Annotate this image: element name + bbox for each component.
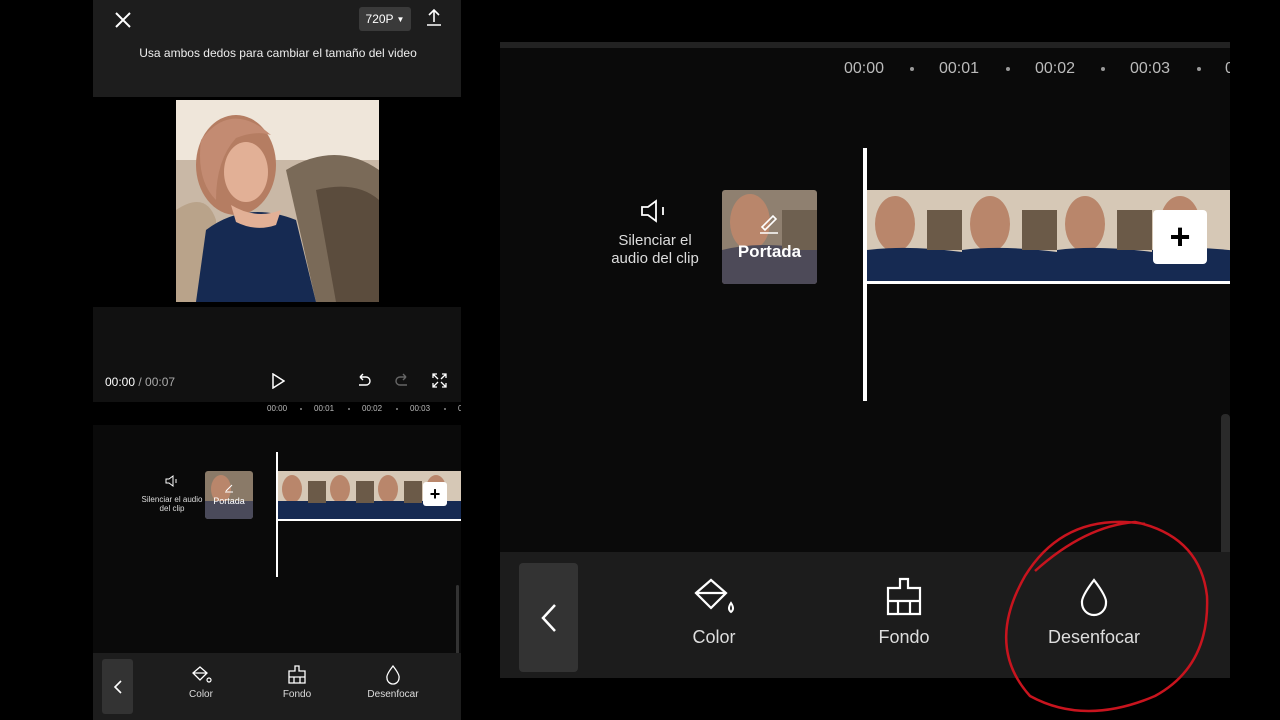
ruler-tick: 00:02 bbox=[1035, 60, 1076, 77]
back-button[interactable] bbox=[102, 659, 133, 714]
video-preview[interactable] bbox=[93, 97, 461, 307]
cover-button[interactable]: Portada bbox=[205, 471, 253, 519]
mute-clip-button[interactable]: Silenciar el audio del clip bbox=[600, 198, 710, 268]
undo-icon[interactable] bbox=[356, 373, 372, 389]
tool-blur[interactable]: Desenfocar bbox=[358, 665, 428, 700]
total-time: 00:07 bbox=[145, 375, 176, 389]
chevron-left-icon bbox=[113, 679, 122, 694]
resolution-label: 720P bbox=[365, 12, 394, 26]
ruler-dot bbox=[1197, 67, 1201, 71]
ruler-dot bbox=[444, 408, 446, 410]
panel-top-edge bbox=[500, 42, 1230, 48]
droplet-icon bbox=[386, 665, 400, 685]
annotation-circle bbox=[1005, 520, 1209, 713]
tool-blur-label: Desenfocar bbox=[367, 689, 419, 700]
tool-background-label: Fondo bbox=[878, 627, 930, 647]
paint-bucket-icon bbox=[192, 666, 212, 683]
resolution-button[interactable]: 720P ▼ bbox=[359, 7, 411, 31]
cover-button[interactable]: Portada bbox=[722, 190, 817, 284]
left-phone-screen: 720P ▼ Usa ambos dedos para cambiar el t… bbox=[93, 0, 461, 720]
speaker-icon bbox=[641, 199, 664, 223]
ruler-tick: 00:01 bbox=[939, 60, 980, 77]
export-icon[interactable] bbox=[426, 8, 442, 26]
tool-background[interactable]: Fondo bbox=[834, 577, 974, 648]
ruler-tick: 00:02 bbox=[362, 404, 383, 413]
preview-photo bbox=[176, 100, 379, 302]
pencil-icon bbox=[760, 214, 778, 234]
add-clip-button[interactable]: + bbox=[1153, 210, 1207, 264]
ruler-tick: 00:01 bbox=[314, 404, 335, 413]
tool-background[interactable]: Fondo bbox=[262, 665, 332, 700]
bottom-toolbar: Color Fondo Desenfocar bbox=[93, 653, 461, 720]
ruler-tick: 00:03 bbox=[1130, 60, 1171, 77]
resize-hint: Usa ambos dedos para cambiar el tamaño d… bbox=[139, 46, 417, 60]
ruler-tick: 00:00 bbox=[844, 60, 885, 77]
paint-bucket-icon bbox=[694, 578, 734, 614]
fullscreen-icon[interactable] bbox=[432, 373, 447, 388]
top-bar: 720P ▼ Usa ambos dedos para cambiar el t… bbox=[93, 0, 461, 97]
ruler-dot bbox=[1101, 67, 1105, 71]
time-separator: / bbox=[135, 375, 146, 389]
add-clip-button[interactable]: + bbox=[423, 482, 447, 506]
playback-bar: 00:00 / 00:07 bbox=[93, 307, 461, 402]
mute-clip-button[interactable]: Silenciar el audio del clip bbox=[141, 475, 203, 513]
ruler-tick: 0 bbox=[1225, 60, 1230, 77]
caret-down-icon: ▼ bbox=[396, 14, 405, 24]
tool-background-label: Fondo bbox=[282, 689, 312, 700]
tool-color[interactable]: Color bbox=[166, 665, 236, 700]
chevron-left-icon bbox=[540, 603, 556, 632]
brush-icon bbox=[886, 577, 922, 616]
tool-color[interactable]: Color bbox=[644, 577, 784, 648]
mute-clip-label: Silenciar el audio del clip bbox=[611, 232, 699, 267]
speaker-icon bbox=[165, 475, 177, 487]
pencil-icon bbox=[225, 484, 233, 493]
redo-icon[interactable] bbox=[394, 373, 410, 389]
play-icon[interactable] bbox=[271, 373, 285, 389]
ruler-dot bbox=[396, 408, 398, 410]
mute-clip-label: Silenciar el audio del clip bbox=[141, 495, 203, 513]
back-button[interactable] bbox=[519, 563, 578, 672]
current-time: 00:00 bbox=[105, 375, 136, 389]
ruler-dot bbox=[910, 67, 914, 71]
ruler-tick: 00:03 bbox=[410, 404, 431, 413]
tool-color-label: Color bbox=[189, 689, 213, 700]
ruler-tick: 0 bbox=[458, 404, 461, 413]
timeline-track: Silenciar el audio del clip Portada + bbox=[93, 425, 461, 700]
ruler-tick: 00:00 bbox=[267, 404, 288, 413]
cover-label: Portada bbox=[213, 496, 245, 506]
tool-color-label: Color bbox=[692, 627, 736, 647]
close-icon[interactable] bbox=[113, 10, 133, 30]
brush-icon bbox=[288, 665, 306, 684]
ruler-dot bbox=[348, 408, 350, 410]
time-readout: 00:00 / 00:07 bbox=[105, 375, 175, 389]
ruler-dot bbox=[300, 408, 302, 410]
cover-label: Portada bbox=[737, 242, 802, 261]
ruler-dot bbox=[1006, 67, 1010, 71]
